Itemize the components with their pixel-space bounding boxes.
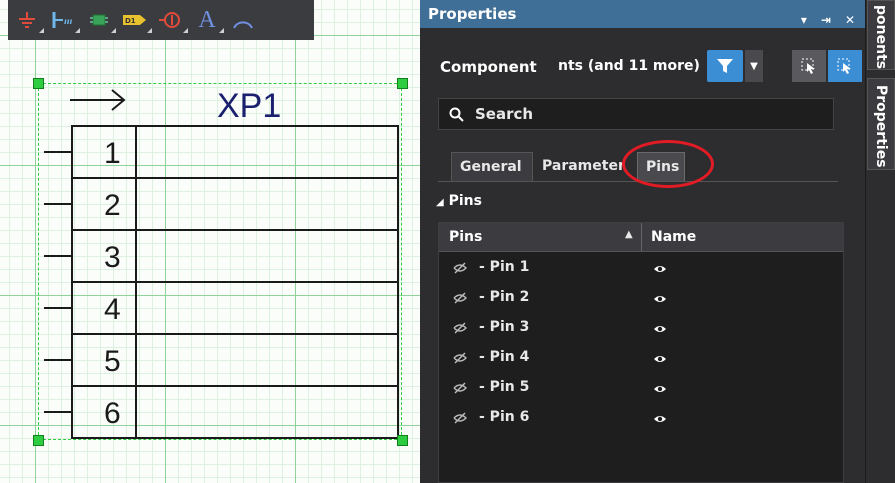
search-placeholder: Search [475,105,534,123]
side-tab-components[interactable]: ponents [867,0,895,70]
panel-pin-icon[interactable]: ⇥ [821,6,831,34]
panel-title: Properties [428,5,517,23]
panel-title-bar: Properties ▾ ⇥ ✕ [420,0,865,28]
selection-box [38,83,402,440]
hidden-eye-icon[interactable] [453,322,467,334]
component-label: Component [440,58,537,76]
pin-label: - Pin 5 [479,379,530,395]
select-cursor-icon [801,58,815,74]
pins-grid[interactable]: Pins ▲ Name - Pin 1 - Pin 2 - Pin 3 - Pin 4… [438,222,844,483]
pin-row[interactable]: - Pin 1 [439,253,843,283]
pin-label: - Pin 1 [479,259,530,275]
search-input[interactable]: Search [438,98,834,130]
hidden-eye-icon[interactable] [453,292,467,304]
pins-grid-header: Pins ▲ Name [439,223,843,252]
visible-eye-icon[interactable] [653,413,667,425]
visible-eye-icon[interactable] [653,263,667,275]
visible-eye-icon[interactable] [653,383,667,395]
side-tab-properties-label: Properties [873,85,889,168]
collapse-triangle-icon: ◢ [436,197,444,208]
pins-section-header[interactable]: ◢ Pins [436,193,482,209]
highlight-circle [622,140,714,188]
pin-row[interactable]: - Pin 2 [439,283,843,313]
pin-label: - Pin 3 [479,319,530,335]
tab-parameters[interactable]: Parameter [534,152,630,182]
side-panel-tabs: ponents Properties [865,0,895,483]
selection-handle-top-left[interactable] [33,78,44,89]
select-mode-button[interactable] [792,50,826,82]
hidden-eye-icon[interactable] [453,382,467,394]
visible-eye-icon[interactable] [653,293,667,305]
visible-eye-icon[interactable] [653,323,667,335]
column-divider[interactable] [641,223,642,251]
filter-icon [717,59,733,73]
pin-row[interactable]: - Pin 4 [439,343,843,373]
selection-handle-bottom-right[interactable] [397,435,408,446]
schematic-canvas[interactable]: ııı D1 A XP1 123456 [0,0,420,483]
pin-label: - Pin 4 [479,349,530,365]
hidden-eye-icon[interactable] [453,412,467,424]
side-tab-components-label: ponents [873,4,889,69]
column-header-name[interactable]: Name [651,229,696,245]
component-count-label: nts (and 11 more) [558,58,700,74]
panel-close-icon[interactable]: ✕ [845,6,855,34]
pin-label: - Pin 6 [479,409,530,425]
filter-button[interactable] [707,50,743,82]
panel-menu-icon[interactable]: ▾ [801,6,807,34]
sort-ascending-icon[interactable]: ▲ [625,229,633,240]
pins-section-label: Pins [448,193,482,209]
hidden-eye-icon[interactable] [453,352,467,364]
pin-label: - Pin 2 [479,289,530,305]
side-tab-properties[interactable]: Properties [867,78,895,170]
tab-general[interactable]: General [451,152,533,182]
pin-row[interactable]: - Pin 3 [439,313,843,343]
select-arrow-icon [837,58,851,74]
search-icon [449,107,464,122]
pin-row[interactable]: - Pin 5 [439,373,843,403]
column-header-pins[interactable]: Pins [449,229,482,245]
filter-dropdown-button[interactable]: ▼ [745,50,763,82]
hidden-eye-icon[interactable] [453,262,467,274]
pin-row[interactable]: - Pin 6 [439,403,843,433]
visible-eye-icon[interactable] [653,353,667,365]
selection-handle-top-right[interactable] [397,78,408,89]
selection-handle-bottom-left[interactable] [33,435,44,446]
component-selector-row: Component nts (and 11 more) ▼ [438,50,862,84]
select-objects-button[interactable] [828,50,862,82]
